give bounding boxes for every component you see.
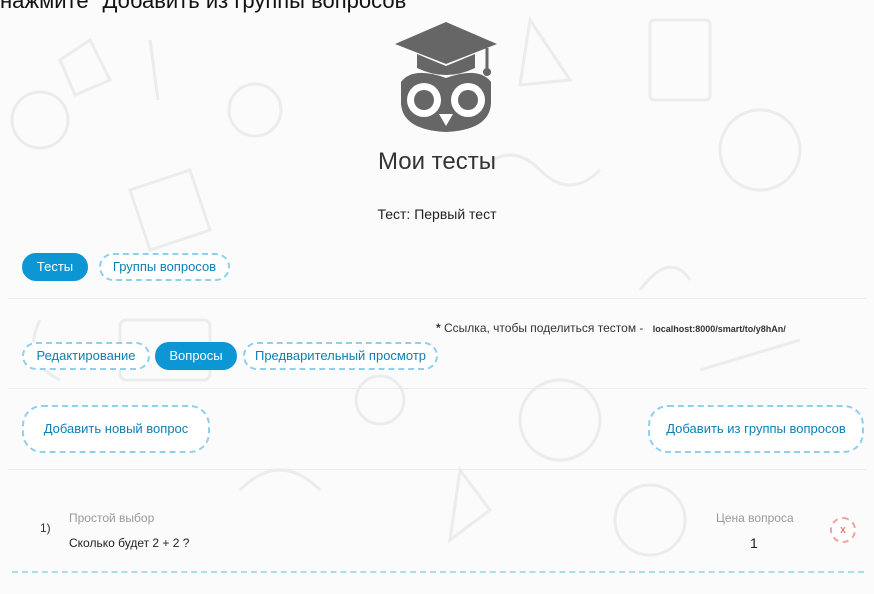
add-new-question-button[interactable]: Добавить новый вопрос [22,405,210,453]
tab-question-groups[interactable]: Группы вопросов [99,253,230,281]
question-number: 1) [40,521,51,535]
delete-question-button[interactable]: x [830,517,856,543]
divider [8,469,866,470]
page-title: Мои тесты [378,148,496,175]
share-text: Ссылка, чтобы поделиться тестом - [444,321,644,335]
instruction-caption: нажмите "Добавить из группы вопросов" [0,0,415,13]
share-link[interactable]: localhost:8000/smart/to/y8hAn/ [653,324,786,334]
required-star: * [436,321,441,335]
tab-preview[interactable]: Предварительный просмотр [243,342,438,370]
question-divider [12,571,864,573]
question-price-value: 1 [750,535,758,551]
question-text[interactable]: Сколько будет 2 + 2 ? [69,536,189,550]
question-type: Простой выбор [69,511,155,525]
divider [8,388,866,389]
test-name: Тест: Первый тест [377,206,497,222]
owl-graduation-cap-icon [395,22,497,132]
share-note: * Ссылка, чтобы поделиться тестом - loca… [436,321,786,335]
tab-questions[interactable]: Вопросы [155,342,237,370]
divider [8,298,866,299]
add-from-group-button[interactable]: Добавить из группы вопросов [648,405,864,453]
tab-tests[interactable]: Тесты [22,253,88,281]
question-price-label: Цена вопроса [716,511,794,525]
tab-editing[interactable]: Редактирование [22,342,150,370]
